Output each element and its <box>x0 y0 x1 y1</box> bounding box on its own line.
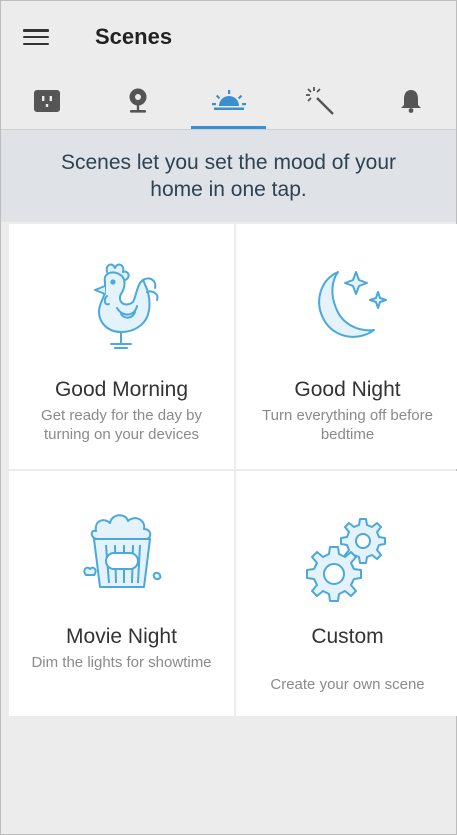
scene-name: Good Night <box>294 378 401 401</box>
moon-stars-icon <box>317 271 387 338</box>
tab-scenes[interactable] <box>183 73 274 129</box>
scene-card-custom[interactable]: Custom Create your own scene <box>236 471 457 716</box>
info-banner: Scenes let you set the mood of your home… <box>1 130 456 222</box>
scene-name: Custom <box>311 625 384 648</box>
scene-name: Movie Night <box>66 625 177 648</box>
scene-description: Dim the lights for showtime <box>31 654 212 671</box>
tab-outlet[interactable] <box>1 73 92 129</box>
scene-card-good-night[interactable]: Good Night Turn everything off before be… <box>236 224 457 469</box>
magic-wand-icon <box>305 87 334 115</box>
page-title: Scenes <box>95 24 173 49</box>
camera-icon <box>129 88 146 113</box>
scene-description: Get ready for the day by turning on your… <box>41 407 202 443</box>
gears-icon <box>305 518 386 602</box>
app-bar: Scenes <box>1 1 456 73</box>
scene-card-movie-night[interactable]: Movie Night Dim the lights for showtime <box>9 471 234 716</box>
tab-alerts[interactable] <box>365 73 456 129</box>
tab-bar <box>1 73 456 129</box>
rooster-icon <box>93 263 158 349</box>
scene-name: Good Morning <box>54 378 189 401</box>
hamburger-menu-icon[interactable] <box>23 27 49 47</box>
popcorn-icon <box>82 514 161 588</box>
bell-icon <box>400 90 421 113</box>
scenes-grid: Good Morning Get ready for the day by tu… <box>1 224 457 716</box>
tab-automation[interactable] <box>274 73 365 129</box>
sunrise-icon <box>211 90 246 110</box>
tab-camera[interactable] <box>92 73 183 129</box>
scene-description: Turn everything off before bedtime <box>262 407 433 443</box>
app-window: Scenes Scenes let you set the mood of yo… <box>0 0 457 835</box>
scene-description: Create your own scene <box>270 676 425 693</box>
outlet-icon <box>33 90 60 112</box>
scene-card-good-morning[interactable]: Good Morning Get ready for the day by tu… <box>9 224 234 469</box>
